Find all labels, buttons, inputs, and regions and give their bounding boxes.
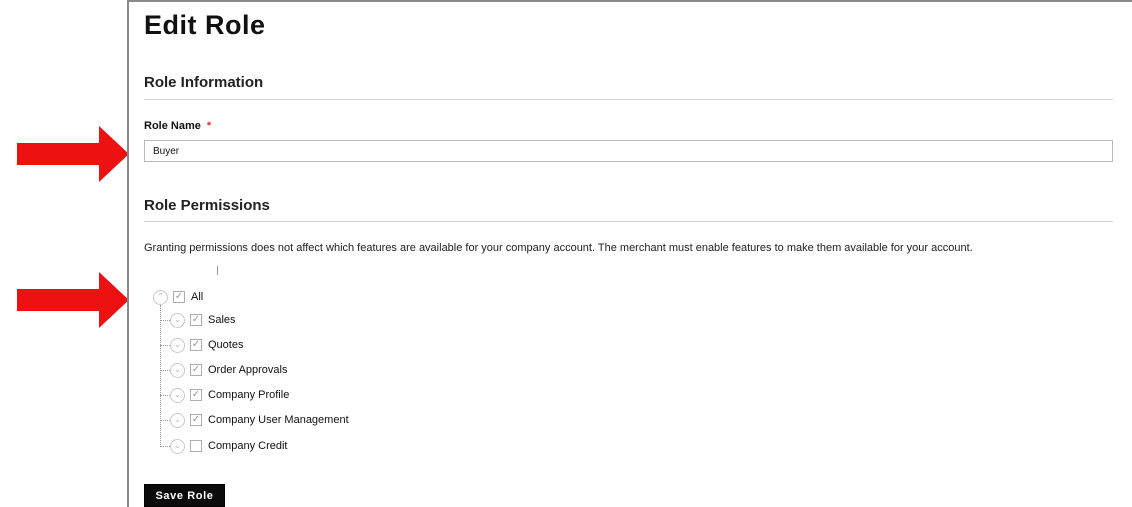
- checkbox[interactable]: ✓: [190, 414, 202, 426]
- divider: [144, 99, 1113, 100]
- tree-node-quotes[interactable]: ⌄ ✓ Quotes: [170, 337, 243, 353]
- checkmark-icon: ✓: [191, 414, 201, 425]
- tree-node-label: Company Credit: [208, 440, 288, 452]
- tree-node-company-user-management[interactable]: ⌄ ✓ Company User Management: [170, 412, 349, 428]
- chevron-down-icon[interactable]: ⌄: [170, 387, 185, 403]
- chevron-down-icon[interactable]: ⌄: [170, 312, 185, 328]
- tree-node-company-profile[interactable]: ⌄ ✓ Company Profile: [170, 387, 289, 403]
- checkbox[interactable]: ✓: [190, 339, 202, 351]
- checkmark-icon: ✓: [191, 314, 201, 325]
- chevron-up-icon[interactable]: ⌃: [153, 289, 168, 305]
- role-name-label-text: Role Name: [144, 120, 201, 132]
- tree-connector-line: [160, 320, 170, 321]
- tree-node-label: Company User Management: [208, 414, 349, 426]
- tree-node-order-approvals[interactable]: ⌄ ✓ Order Approvals: [170, 362, 287, 378]
- tree-connector-line: [160, 345, 170, 346]
- checkbox[interactable]: ✓: [190, 389, 202, 401]
- role-name-input[interactable]: [144, 140, 1113, 162]
- tree-node-label: Company Profile: [208, 389, 290, 401]
- edit-role-page: Edit Role Role Information Role Name * Ro…: [0, 0, 1132, 507]
- red-arrow-icon: [17, 272, 129, 328]
- permissions-notice: Granting permissions does not affect whi…: [144, 242, 973, 254]
- chevron-down-icon[interactable]: ⌄: [170, 362, 185, 378]
- divider: [144, 221, 1113, 222]
- tree-connector-line: [160, 446, 170, 447]
- role-permissions-heading: Role Permissions: [144, 197, 270, 214]
- tree-node-label: Sales: [208, 314, 236, 326]
- tree-connector-line: [160, 370, 170, 371]
- checkmark-icon: ✓: [174, 291, 184, 302]
- checkmark-icon: ✓: [191, 389, 201, 400]
- tree-connector-line: [160, 305, 161, 447]
- required-mark: *: [206, 120, 212, 132]
- tree-node-label: Quotes: [208, 339, 244, 351]
- tree-node-label: All: [191, 291, 204, 303]
- checkmark-icon: ✓: [191, 364, 201, 375]
- checkbox[interactable]: ✓: [190, 364, 202, 376]
- page-title: Edit Role: [144, 10, 266, 40]
- checkbox[interactable]: ✓: [190, 314, 202, 326]
- red-arrow-icon: [17, 126, 129, 182]
- tree-node-company-credit[interactable]: ⌄ Company Credit: [170, 438, 287, 454]
- text-cursor: [217, 266, 218, 275]
- tree-node-all[interactable]: ⌃ ✓ All: [153, 289, 203, 305]
- tree-node-sales[interactable]: ⌄ ✓ Sales: [170, 312, 236, 328]
- tree-connector-line: [160, 420, 170, 421]
- role-name-label: Role Name *: [144, 119, 211, 133]
- checkbox[interactable]: [190, 440, 202, 452]
- chevron-down-icon[interactable]: ⌄: [170, 412, 185, 428]
- chevron-down-icon[interactable]: ⌄: [170, 438, 185, 454]
- checkmark-icon: ✓: [191, 339, 201, 350]
- tree-connector-line: [160, 395, 170, 396]
- tree-node-label: Order Approvals: [208, 364, 288, 376]
- chevron-down-icon[interactable]: ⌄: [170, 337, 185, 353]
- checkbox[interactable]: ✓: [173, 291, 185, 303]
- role-information-heading: Role Information: [144, 74, 264, 91]
- save-role-button[interactable]: Save Role: [144, 484, 225, 507]
